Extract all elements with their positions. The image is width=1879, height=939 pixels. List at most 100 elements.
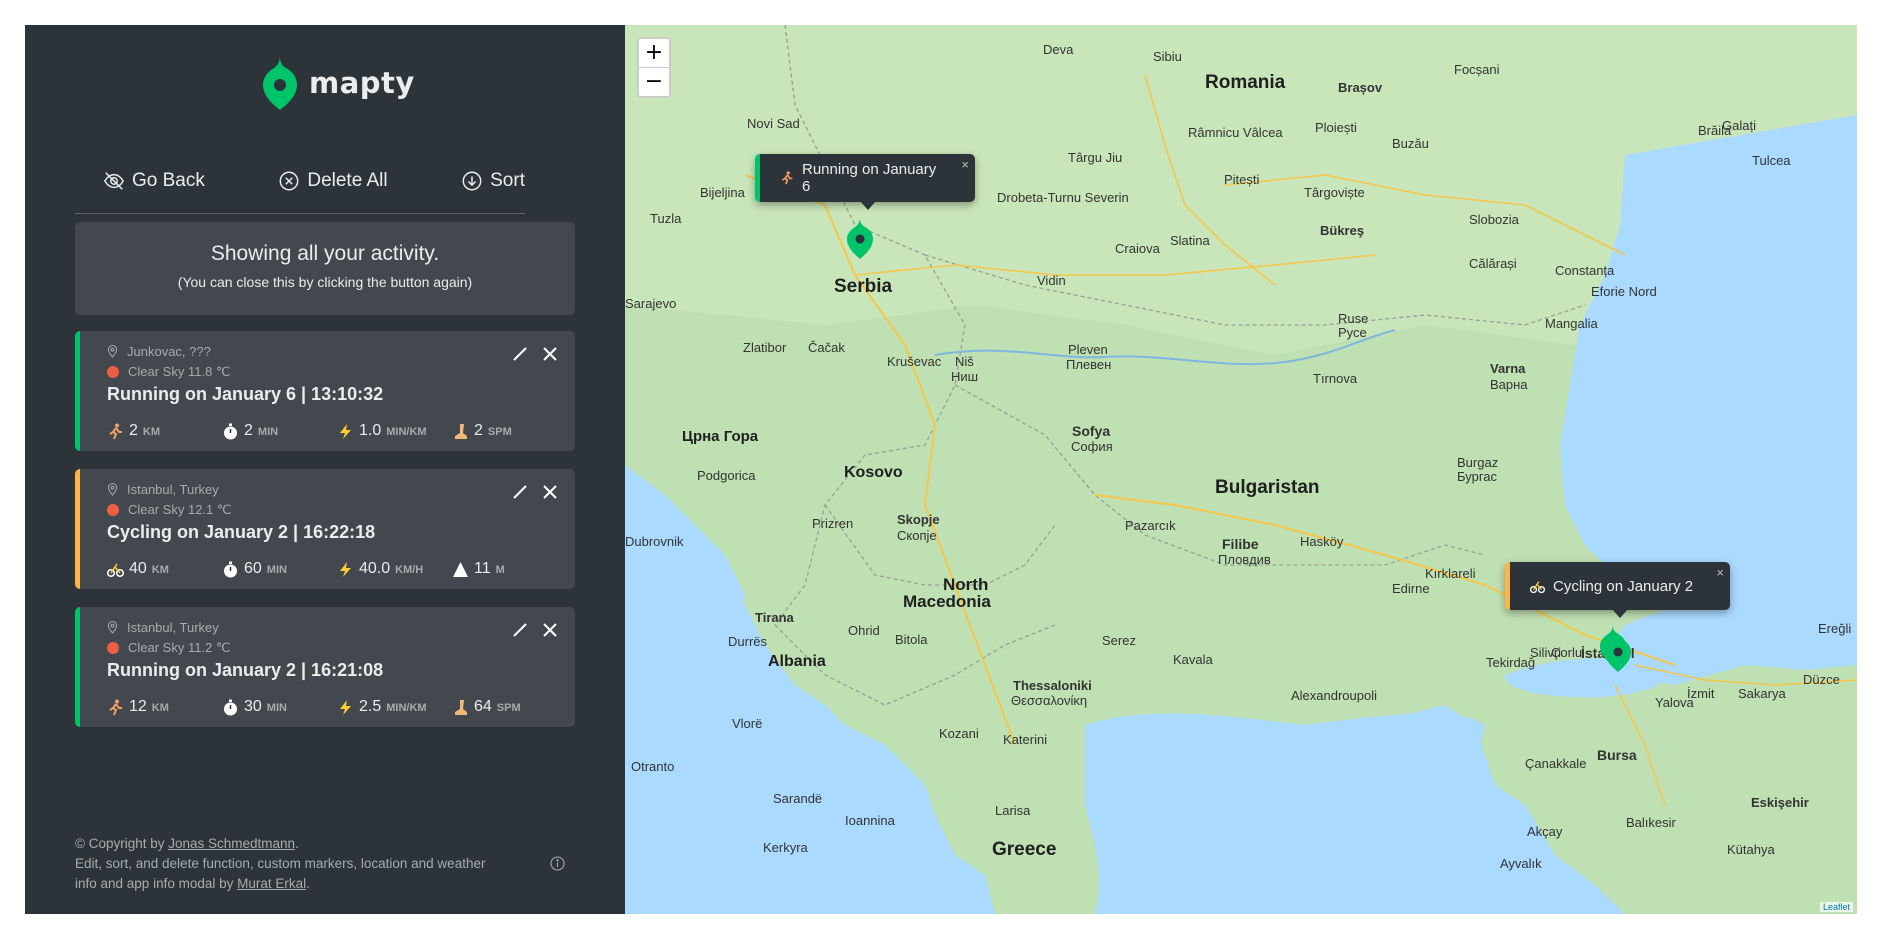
delete-all-button[interactable]: Delete All — [278, 170, 388, 192]
popup-text: Cycling on January 2 — [1553, 577, 1694, 595]
map-attribution[interactable]: Leaflet — [1819, 902, 1853, 912]
map-label-otranto: Otranto — [631, 759, 675, 774]
map-label-tekirdag: Tekirdağ — [1486, 655, 1536, 670]
location-pin-icon — [107, 345, 118, 358]
map-label-braila: Brăila — [1698, 123, 1732, 138]
map-label-buzau: Buzău — [1392, 136, 1429, 151]
workout-location: Junkovac, ??? — [107, 344, 211, 359]
workout-location: Istanbul, Turkey — [107, 482, 219, 497]
map-label-kutahya: Kütahya — [1727, 842, 1775, 857]
workout-popup-cycling[interactable]: Cycling on January 2 × — [1505, 562, 1730, 618]
workout-stats: 12 km 30 min 2.5 min/km 64 spm — [107, 698, 542, 716]
map-label-montenegro: Црна Гора — [682, 428, 759, 445]
map-label-eregli: Ereğli — [1818, 621, 1852, 636]
popup-text: Running on January 6 — [802, 161, 937, 195]
go-back-button[interactable]: Go Back — [103, 170, 205, 192]
running-icon — [107, 423, 124, 440]
author-link[interactable]: Jonas Schmedtmann — [168, 836, 295, 851]
map-label-mangalia: Mangalia — [1545, 316, 1598, 331]
stat-distance: 40 km — [106, 560, 222, 578]
sort-button[interactable]: Sort — [461, 170, 525, 192]
stat-pace: 2.5 min/km — [337, 698, 452, 716]
map-label-pleven-local: Плевен — [1066, 357, 1112, 372]
map-label-yalova: Yalova — [1655, 695, 1694, 710]
stat-duration: 2 min — [222, 422, 337, 440]
stopwatch-icon — [222, 699, 239, 716]
stat-cadence: 2 spm — [452, 422, 542, 440]
map-label-sibiu: Sibiu — [1153, 49, 1182, 64]
sidebar: mapty Go Back Delete All Sort Showing al… — [25, 25, 625, 914]
map-label-greece: Greece — [992, 839, 1057, 860]
map-label-nis: Niš — [955, 354, 974, 369]
zoom-out-button[interactable]: − — [639, 67, 669, 96]
edit-pencil-icon[interactable] — [511, 345, 529, 363]
zoom-in-button[interactable]: + — [639, 39, 669, 67]
footprint-icon — [452, 699, 469, 716]
logo: mapty — [261, 55, 415, 111]
credit-author-link[interactable]: Murat Erkal — [237, 876, 306, 891]
map[interactable]: Romania Serbia Bulgaristan North Macedon… — [625, 25, 1857, 914]
map-label-pazardzhik: Pazarcık — [1125, 518, 1176, 533]
workout-stats: 2 km 2 min 1.0 min/km 2 spm — [107, 422, 542, 440]
popup-close-button[interactable]: × — [1716, 565, 1724, 580]
stat-speed: 40.0 km/h — [337, 560, 452, 578]
arrow-down-circle-icon — [462, 171, 482, 191]
workout-location: Istanbul, Turkey — [107, 620, 219, 635]
delete-x-icon[interactable] — [541, 621, 559, 639]
workout-marker-running-icon[interactable] — [845, 218, 875, 260]
map-label-eskisehir: Eskişehir — [1751, 795, 1809, 810]
map-label-filibe: Filibe — [1222, 536, 1259, 552]
stat-elevation: 11 m — [452, 560, 542, 578]
map-label-kerkyra: Kerkyra — [763, 840, 808, 855]
map-label-constanta: Constanța — [1555, 263, 1615, 278]
map-label-ruse: Ruse — [1338, 311, 1369, 326]
map-label-akcay: Akçay — [1527, 824, 1563, 839]
map-label-tirana: Tirana — [755, 610, 794, 625]
workout-card[interactable]: Junkovac, ??? Clear Sky 11.8 ℃ Running o… — [75, 331, 575, 451]
location-text: Istanbul, Turkey — [127, 620, 219, 635]
delete-x-icon[interactable] — [541, 483, 559, 501]
go-back-label: Go Back — [132, 170, 205, 191]
map-label-bursa: Bursa — [1597, 747, 1637, 763]
workout-title: Cycling on January 2 | 16:22:18 — [107, 522, 376, 542]
stat-distance: 12 km — [107, 698, 222, 716]
map-label-sofia-local: София — [1071, 439, 1113, 454]
notice-title: Showing all your activity. — [210, 242, 440, 265]
map-label-bulgaria: Bulgaristan — [1215, 477, 1320, 498]
map-label-bijeljina: Bijeljina — [700, 185, 745, 200]
map-label-focsani: Focșani — [1454, 62, 1500, 77]
edit-pencil-icon[interactable] — [511, 621, 529, 639]
workout-card[interactable]: Istanbul, Turkey Clear Sky 11.2 ℃ Runnin… — [75, 607, 575, 727]
map-label-tulcea: Tulcea — [1752, 153, 1791, 168]
running-icon — [780, 171, 794, 185]
mountain-icon — [452, 561, 469, 578]
workout-stats: 40 km 60 min 40.0 km/h 11 m — [106, 560, 542, 578]
map-label-kozani: Kozani — [939, 726, 979, 741]
stopwatch-icon — [222, 423, 239, 440]
edit-pencil-icon[interactable] — [511, 483, 529, 501]
delete-all-label: Delete All — [307, 170, 388, 191]
map-label-ploiesti: Ploiești — [1315, 120, 1357, 135]
map-label-canakkale: Çanakkale — [1525, 756, 1587, 771]
map-label-sarajevo: Sarajevo — [625, 296, 677, 311]
workout-marker-running-icon[interactable] — [1603, 631, 1633, 673]
map-label-burgaz: Burgaz — [1457, 455, 1499, 470]
workout-card[interactable]: Istanbul, Turkey Clear Sky 12.1 ℃ Cyclin… — [75, 469, 575, 589]
map-label-deva: Deva — [1043, 42, 1074, 57]
map-label-serbia: Serbia — [834, 276, 893, 297]
map-label-brasov: Brașov — [1338, 80, 1383, 95]
delete-x-icon[interactable] — [541, 345, 559, 363]
map-label-haskovo: Hasköy — [1300, 534, 1344, 549]
running-icon — [107, 699, 124, 716]
map-label-bucharest: Bükreş — [1320, 223, 1365, 238]
map-label-skopje: Skopje — [897, 512, 940, 527]
map-label-silivri: Silivri — [1530, 645, 1562, 660]
popup-close-button[interactable]: × — [961, 157, 969, 172]
map-label-albania: Albania — [768, 653, 826, 670]
app-name: mapty — [309, 66, 415, 100]
map-label-sliven: Slatina — [1170, 233, 1210, 248]
workout-popup-running[interactable]: Running on January 6 × — [755, 154, 975, 210]
map-label-nis-local: Ниш — [951, 369, 979, 384]
bicycle-icon — [106, 561, 125, 578]
info-icon[interactable] — [550, 856, 565, 871]
